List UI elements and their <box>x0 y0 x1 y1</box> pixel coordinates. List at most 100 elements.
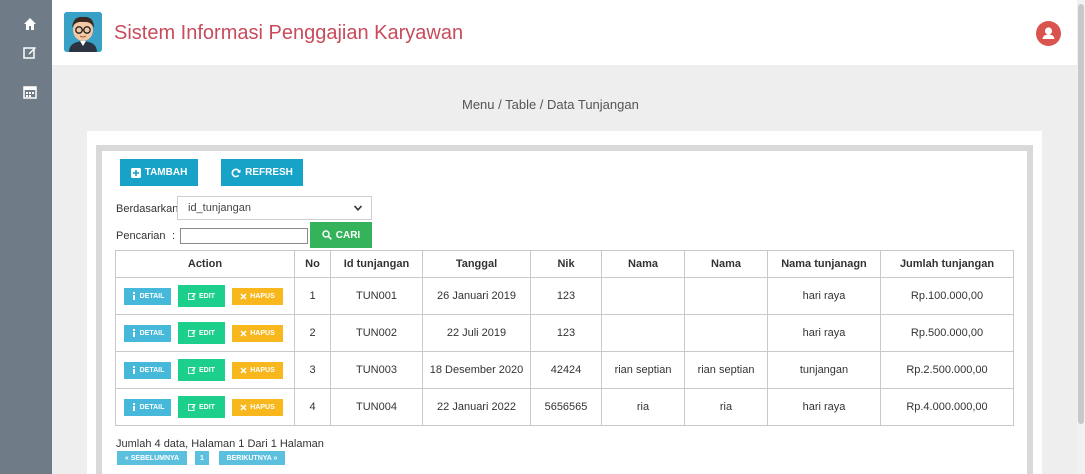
refresh-label: REFRESH <box>245 167 293 178</box>
berdasarkan-label: Berdasarkan: <box>116 203 182 215</box>
cell-nama-tunjangan: hari raya <box>767 277 881 315</box>
edit-icon[interactable] <box>23 45 37 59</box>
person-glasses-icon <box>64 12 102 52</box>
cell-nama: ria <box>601 388 685 426</box>
cell-nama-2: ria <box>684 388 768 426</box>
edit-button[interactable]: EDIT <box>178 396 225 418</box>
edit-button[interactable]: EDIT <box>178 359 225 381</box>
col-header-nik: Nik <box>530 250 602 278</box>
detail-label: DETAIL <box>139 329 165 337</box>
hapus-label: HAPUS <box>250 366 275 374</box>
cell-no: 4 <box>294 388 331 426</box>
cell-action: DETAIL EDIT HAPUS <box>115 314 295 352</box>
col-header-id-tunjangan: Id tunjangan <box>330 250 423 278</box>
edit-icon <box>188 404 196 411</box>
edit-button[interactable]: EDIT <box>178 285 225 307</box>
tunjangan-table: Action No Id tunjangan Tanggal Nik Nama … <box>115 250 1014 426</box>
close-icon <box>240 292 247 300</box>
edit-icon <box>188 330 196 337</box>
prev-page-button[interactable]: « SEBELUMNYA <box>117 451 187 465</box>
col-header-nama-2: Nama <box>684 250 768 278</box>
cell-action: DETAIL EDIT HAPUS <box>115 351 295 389</box>
pencarian-label: Pencarian <box>116 230 166 242</box>
detail-button[interactable]: DETAIL <box>124 361 171 379</box>
cell-no: 1 <box>294 277 331 315</box>
col-header-no: No <box>294 250 331 278</box>
edit-label: EDIT <box>199 292 215 300</box>
pagination-summary: Jumlah 4 data, Halaman 1 Dari 1 Halaman <box>116 438 324 450</box>
user-menu-button[interactable] <box>1036 21 1061 46</box>
cell-action: DETAIL EDIT HAPUS <box>115 277 295 315</box>
tambah-label: TAMBAH <box>144 167 188 178</box>
hapus-button[interactable]: HAPUS <box>232 361 283 379</box>
table-row: DETAIL EDIT HAPUS 3 TUN003 18 Desember 2020 42… <box>115 351 1014 389</box>
table-header-row: Action No Id tunjangan Tanggal Nik Nama … <box>115 250 1014 278</box>
detail-button[interactable]: DETAIL <box>124 398 171 416</box>
hapus-label: HAPUS <box>250 292 275 300</box>
chevron-down-icon <box>353 205 363 211</box>
hapus-button[interactable]: HAPUS <box>232 398 283 416</box>
cell-no: 3 <box>294 351 331 389</box>
home-icon[interactable] <box>23 17 37 31</box>
close-icon <box>240 329 247 337</box>
cell-nik: 42424 <box>530 351 602 389</box>
cell-nama-tunjangan: tunjangan <box>767 351 881 389</box>
table-row: DETAIL EDIT HAPUS 1 TUN001 26 Januari 2019 123… <box>115 277 1014 315</box>
edit-label: EDIT <box>199 329 215 337</box>
col-header-nama: Nama <box>601 250 685 278</box>
cell-id-tunjangan: TUN003 <box>330 351 423 389</box>
col-header-action: Action <box>115 250 295 278</box>
row-actions: DETAIL EDIT HAPUS <box>116 396 294 418</box>
cell-nama-2: rian septian <box>684 351 768 389</box>
search-icon <box>322 230 332 240</box>
calendar-icon[interactable] <box>23 85 37 99</box>
cell-jumlah-tunjangan: Rp.4.000.000,00 <box>880 388 1014 426</box>
edit-label: EDIT <box>199 403 215 411</box>
cell-nik: 123 <box>530 277 602 315</box>
edit-icon <box>188 293 196 300</box>
cell-nama: rian septian <box>601 351 685 389</box>
cell-nama <box>601 314 685 352</box>
cell-nama-tunjangan: hari raya <box>767 388 881 426</box>
close-icon <box>240 403 247 411</box>
detail-button[interactable]: DETAIL <box>124 324 171 342</box>
cell-id-tunjangan: TUN001 <box>330 277 423 315</box>
cari-button[interactable]: CARI <box>310 222 372 248</box>
row-actions: DETAIL EDIT HAPUS <box>116 359 294 381</box>
col-header-jumlah-tunjangan: Jumlah tunjangan <box>880 250 1014 278</box>
next-page-button[interactable]: BERIKUTNYA » <box>219 451 285 465</box>
edit-button[interactable]: EDIT <box>178 322 225 344</box>
refresh-button[interactable]: REFRESH <box>221 159 303 186</box>
scrollbar-thumb[interactable] <box>1078 4 1084 424</box>
detail-label: DETAIL <box>139 366 165 374</box>
plus-square-icon <box>130 167 141 178</box>
breadcrumb: Menu / Table / Data Tunjangan <box>462 97 639 112</box>
hapus-button[interactable]: HAPUS <box>232 324 283 342</box>
user-icon <box>1042 27 1055 39</box>
cell-tanggal: 22 Januari 2022 <box>422 388 531 426</box>
tambah-button[interactable]: TAMBAH <box>120 159 198 186</box>
info-icon <box>132 366 135 374</box>
page-1-button[interactable]: 1 <box>195 451 209 465</box>
cell-tanggal: 22 Juli 2019 <box>422 314 531 352</box>
info-icon <box>132 329 135 337</box>
cell-tanggal: 26 Januari 2019 <box>422 277 531 315</box>
cell-nama-tunjangan: hari raya <box>767 314 881 352</box>
cell-jumlah-tunjangan: Rp.500.000,00 <box>880 314 1014 352</box>
cell-nama-2 <box>684 277 768 315</box>
col-header-nama-tunjangan: Nama tunjanagn <box>767 250 881 278</box>
search-input[interactable] <box>180 228 308 244</box>
table-row: DETAIL EDIT HAPUS 4 TUN004 22 Januari 2022 565… <box>115 388 1014 426</box>
cell-action: DETAIL EDIT HAPUS <box>115 388 295 426</box>
cell-nama <box>601 277 685 315</box>
hapus-button[interactable]: HAPUS <box>232 287 283 305</box>
berdasarkan-select[interactable]: id_tunjangan <box>177 196 372 220</box>
page-scrollbar[interactable] <box>1077 0 1085 474</box>
detail-button[interactable]: DETAIL <box>124 287 171 305</box>
cell-jumlah-tunjangan: Rp.100.000,00 <box>880 277 1014 315</box>
info-icon <box>132 403 135 411</box>
refresh-icon <box>231 168 241 177</box>
row-actions: DETAIL EDIT HAPUS <box>116 322 294 344</box>
cell-nama-2 <box>684 314 768 352</box>
cell-id-tunjangan: TUN004 <box>330 388 423 426</box>
